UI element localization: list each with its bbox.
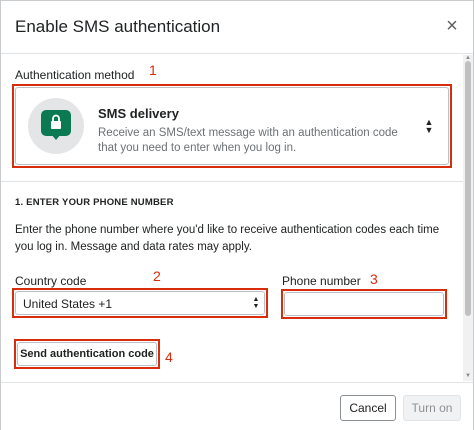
annotation-box-2 xyxy=(12,288,268,318)
country-code-label: Country code xyxy=(15,274,87,288)
annotation-box-1 xyxy=(12,84,452,168)
annotation-box-4 xyxy=(14,339,160,369)
auth-method-label: Authentication method xyxy=(15,68,135,82)
annotation-4: 4 xyxy=(165,349,173,365)
dialog-footer: Cancel Turn on xyxy=(1,382,473,430)
phone-number-label: Phone number xyxy=(282,274,361,288)
sms-auth-dialog: Enable SMS authentication × ▲ ▼ Authenti… xyxy=(0,0,474,430)
scroll-down-icon[interactable]: ▼ xyxy=(464,373,472,379)
annotation-box-3 xyxy=(281,289,447,319)
dialog-title: Enable SMS authentication xyxy=(15,17,221,36)
cancel-button[interactable]: Cancel xyxy=(340,395,396,421)
phone-section-title: 1. ENTER YOUR PHONE NUMBER xyxy=(15,197,174,208)
annotation-3: 3 xyxy=(370,271,378,287)
close-icon[interactable]: × xyxy=(442,15,462,37)
scrollbar-thumb[interactable] xyxy=(465,61,471,316)
dialog-header: Enable SMS authentication × xyxy=(1,1,473,54)
section-divider xyxy=(1,181,463,182)
annotation-2: 2 xyxy=(153,268,161,284)
turn-on-button[interactable]: Turn on xyxy=(403,395,461,421)
phone-section-description: Enter the phone number where you'd like … xyxy=(15,224,440,253)
annotation-1: 1 xyxy=(149,62,157,78)
